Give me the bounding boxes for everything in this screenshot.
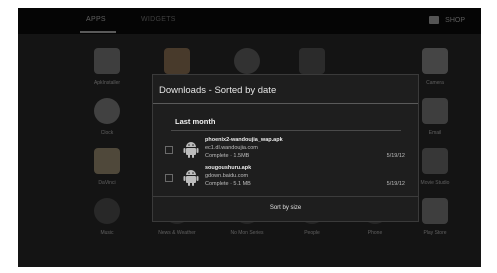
download-date: 5/19/12 bbox=[386, 181, 405, 187]
app-icon-image bbox=[234, 48, 260, 74]
app-label: Clock bbox=[100, 130, 114, 136]
app-icon-music[interactable]: Music bbox=[78, 198, 136, 236]
app-icon-davinci[interactable]: DaVinci bbox=[78, 148, 136, 186]
email-icon bbox=[422, 98, 448, 124]
android-icon bbox=[183, 170, 199, 186]
app-icon[interactable] bbox=[148, 48, 206, 74]
tab-apps[interactable]: APPS bbox=[86, 16, 106, 23]
download-status: Complete · 1.5MB bbox=[205, 153, 250, 159]
movie-studio-icon bbox=[422, 148, 448, 174]
section-divider bbox=[171, 130, 401, 131]
download-host: gdown.baidu.com bbox=[205, 173, 249, 179]
tablet-screen: APPS WIDGETS SHOP ApkInstaller Camera Cl… bbox=[18, 8, 481, 267]
clock-icon bbox=[94, 98, 120, 124]
download-item[interactable]: phoenix2-wandoujia_wap.apk ec1.dl.wandou… bbox=[165, 137, 405, 163]
section-header: Last month bbox=[175, 117, 216, 126]
launcher-top-bar: APPS WIDGETS SHOP bbox=[18, 8, 481, 34]
app-label: No Mon Series bbox=[230, 230, 264, 236]
app-label: DaVinci bbox=[98, 180, 116, 186]
download-host: ec1.dl.wandoujia.com bbox=[205, 145, 258, 151]
photo-frame: APPS WIDGETS SHOP ApkInstaller Camera Cl… bbox=[0, 0, 497, 273]
music-icon bbox=[94, 198, 120, 224]
app-icon[interactable] bbox=[283, 48, 341, 74]
dialog-title: Downloads - Sorted by date bbox=[159, 85, 277, 96]
download-date: 5/19/12 bbox=[386, 153, 405, 159]
download-filename: phoenix2-wandoujia_wap.apk bbox=[205, 137, 283, 143]
tab-widgets[interactable]: WIDGETS bbox=[141, 16, 176, 23]
download-item[interactable]: sougoushuru.apk gdown.baidu.com Complete… bbox=[165, 165, 405, 191]
downloads-dialog: Downloads - Sorted by date Last month ph… bbox=[152, 74, 419, 222]
shop-button[interactable]: SHOP bbox=[429, 16, 465, 24]
download-filename: sougoushuru.apk bbox=[205, 165, 252, 171]
davinci-icon bbox=[94, 148, 120, 174]
download-checkbox[interactable] bbox=[165, 174, 173, 182]
tab-indicator bbox=[80, 31, 116, 33]
app-label: Phone bbox=[367, 230, 383, 236]
app-icon-image bbox=[164, 48, 190, 74]
title-divider bbox=[153, 103, 418, 104]
app-icon-image bbox=[299, 48, 325, 74]
app-label: News & Weather bbox=[158, 230, 196, 236]
app-label: Music bbox=[100, 230, 114, 236]
camera-icon bbox=[422, 48, 448, 74]
app-label: People bbox=[304, 230, 320, 236]
play-store-icon bbox=[422, 198, 448, 224]
sort-by-size-button[interactable]: Sort by size bbox=[153, 196, 418, 221]
app-icon-apkinstaller[interactable]: ApkInstaller bbox=[78, 48, 136, 86]
apkinstaller-icon bbox=[94, 48, 120, 74]
shop-icon bbox=[429, 16, 440, 24]
android-icon bbox=[183, 142, 199, 158]
shop-label: SHOP bbox=[445, 16, 465, 24]
app-icon-clock[interactable]: Clock bbox=[78, 98, 136, 136]
download-checkbox[interactable] bbox=[165, 146, 173, 154]
app-label: Play Store bbox=[423, 230, 447, 236]
app-label: ApkInstaller bbox=[93, 80, 121, 86]
download-status: Complete · 5.1 MB bbox=[205, 181, 251, 187]
app-icon[interactable] bbox=[218, 48, 276, 74]
